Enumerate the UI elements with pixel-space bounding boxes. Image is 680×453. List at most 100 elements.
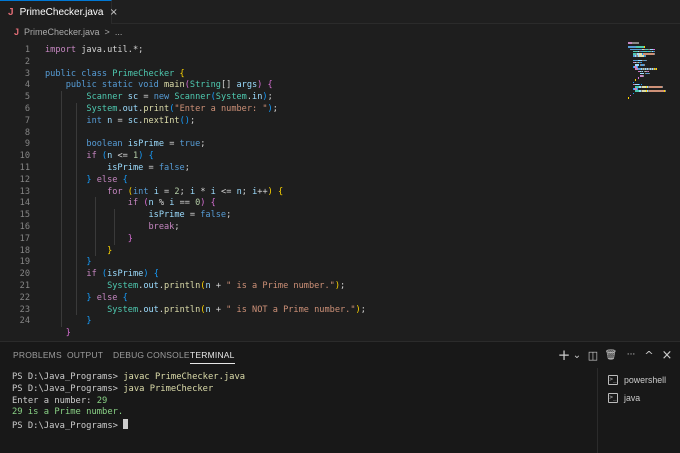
terminal-list-item-powershell[interactable]: >_ powershell: [608, 372, 666, 388]
code-token: println: [164, 304, 201, 315]
terminal-list-label: powershell: [624, 375, 667, 385]
code-token: (): [179, 115, 190, 126]
code-token: java.util.*;: [81, 45, 144, 55]
code-line[interactable]: 9 boolean isPrime = true;: [0, 138, 618, 150]
minimap-stroke: [646, 59, 647, 62]
minimap-stroke: [654, 48, 655, 51]
code-token: []: [220, 80, 237, 91]
indent-guide: [61, 91, 62, 328]
code-line[interactable]: 16 break;: [0, 221, 618, 233]
code-line[interactable]: 3 public class PrimeChecker {: [0, 68, 618, 80]
code-line[interactable]: 8: [0, 127, 618, 139]
code-token: {: [278, 186, 284, 197]
maximize-icon[interactable]: ^: [641, 347, 657, 363]
code-token: {: [122, 292, 128, 303]
terminal-input-value: 29: [96, 395, 108, 406]
code-token: =: [164, 139, 180, 150]
code-token: =: [158, 186, 175, 197]
code-text: System.out.println(n + " is a Prime numb…: [45, 280, 345, 292]
code-line[interactable]: 7 int n = sc.nextInt();: [0, 115, 618, 127]
code-token: ;: [340, 281, 346, 291]
minimap-stroke: [655, 68, 657, 70]
code-line[interactable]: 22 } else {: [0, 292, 618, 304]
terminal-line: Enter a number: 29: [12, 396, 592, 408]
terminal-cursor: [123, 419, 129, 430]
code-token: false: [200, 210, 227, 221]
code-token: sc: [127, 92, 139, 103]
code-line[interactable]: 12 } else {: [0, 174, 618, 186]
code-line[interactable]: 11 isPrime = false;: [0, 162, 618, 174]
code-text: public static void main(String[] args) {: [45, 79, 273, 91]
code-editor[interactable]: 1 import java.util.*; 2 3 public class Prime…: [0, 40, 618, 340]
code-token: String: [189, 80, 221, 91]
code-line[interactable]: 24 }: [0, 315, 618, 327]
code-token: public class: [45, 68, 113, 79]
code-line[interactable]: 15 isPrime = false;: [0, 209, 618, 221]
code-line[interactable]: 21 System.out.println(n + " is a Prime n…: [0, 280, 618, 292]
code-token: <=: [215, 186, 237, 197]
breadcrumb-more[interactable]: ...: [115, 27, 123, 37]
code-token: =: [143, 163, 159, 173]
split-terminal-icon[interactable]: ◫: [585, 347, 601, 363]
minimap-stroke: [630, 94, 631, 97]
code-text: Scanner sc = new Scanner(System.in);: [45, 91, 272, 103]
code-line[interactable]: 13 for (int i = 2; i * i <= n; i++) {: [0, 186, 618, 198]
code-line[interactable]: 18 }: [0, 245, 618, 257]
code-token: {: [122, 174, 128, 185]
code-text: }: [45, 315, 91, 327]
terminal-list-item-java[interactable]: >_ java: [608, 390, 640, 406]
code-text: } else {: [45, 292, 128, 304]
code-line[interactable]: 5 Scanner sc = new Scanner(System.in);: [0, 91, 618, 103]
indent-guide: [95, 197, 96, 257]
minimap-stroke: [635, 79, 636, 81]
code-line[interactable]: 10 if (n <= 1) {: [0, 150, 618, 162]
code-line[interactable]: }: [0, 327, 618, 339]
terminal-output[interactable]: PS D:\Java_Programs> javac PrimeChecker.…: [12, 372, 592, 452]
indent-guide: [76, 103, 77, 316]
code-text: if (n % i == 0) {: [45, 197, 216, 209]
tab-terminal[interactable]: TERMINAL: [190, 342, 235, 364]
minimap-stroke: [662, 86, 663, 88]
close-icon[interactable]: ×: [109, 7, 117, 18]
code-token: +: [210, 281, 227, 291]
code-line[interactable]: 20 if (isPrime) {: [0, 268, 618, 280]
code-text: }: [45, 245, 112, 257]
code-token: System: [215, 92, 247, 103]
code-token: ==: [174, 198, 196, 209]
minimap-stroke: [637, 77, 639, 79]
chevron-down-icon[interactable]: ⌄: [569, 347, 585, 363]
code-line[interactable]: 4 public static void main(String[] args)…: [0, 79, 618, 91]
code-line[interactable]: 19 }: [0, 256, 618, 268]
line-number: 5: [24, 92, 30, 103]
code-token: %: [153, 198, 170, 209]
code-token: =: [184, 210, 201, 221]
close-panel-icon[interactable]: ×: [659, 347, 675, 363]
code-token: break: [45, 222, 175, 232]
code-token: }: [45, 328, 71, 339]
code-line[interactable]: 14 if (n % i == 0) {: [0, 197, 618, 209]
terminal-line: PS D:\Java_Programs> java PrimeChecker: [12, 384, 592, 396]
tab-problems[interactable]: PROBLEMS: [13, 342, 62, 368]
code-token: print: [143, 104, 170, 114]
minimap-stroke: [649, 86, 662, 88]
tab-debug-console[interactable]: DEBUG CONSOLE: [113, 342, 190, 368]
code-line[interactable]: 6 System.out.print("Enter a number: ");: [0, 103, 618, 115]
code-line[interactable]: 17 }: [0, 233, 618, 245]
terminal-prompt: PS D:\Java_Programs>: [12, 372, 124, 382]
code-token: ;: [174, 222, 180, 232]
breadcrumb-file[interactable]: PrimeChecker.java: [24, 27, 100, 37]
trash-icon[interactable]: 🗑: [603, 347, 619, 363]
code-line[interactable]: 23 System.out.println(n + " is NOT a Pri…: [0, 304, 618, 316]
code-token: if: [45, 269, 102, 280]
code-token: =: [138, 92, 154, 103]
minimap[interactable]: [620, 40, 680, 340]
tab-output[interactable]: OUTPUT: [67, 342, 103, 368]
code-line[interactable]: 1 import java.util.*;: [0, 44, 618, 56]
code-line[interactable]: }: [0, 339, 618, 340]
line-number: 24: [19, 316, 30, 327]
more-icon[interactable]: ···: [623, 347, 639, 363]
code-token: new: [153, 92, 175, 103]
code-line[interactable]: 2: [0, 56, 618, 68]
tab-primechecker-java[interactable]: J PrimeChecker.java ×: [0, 0, 118, 24]
code-token: isPrime: [127, 139, 165, 150]
